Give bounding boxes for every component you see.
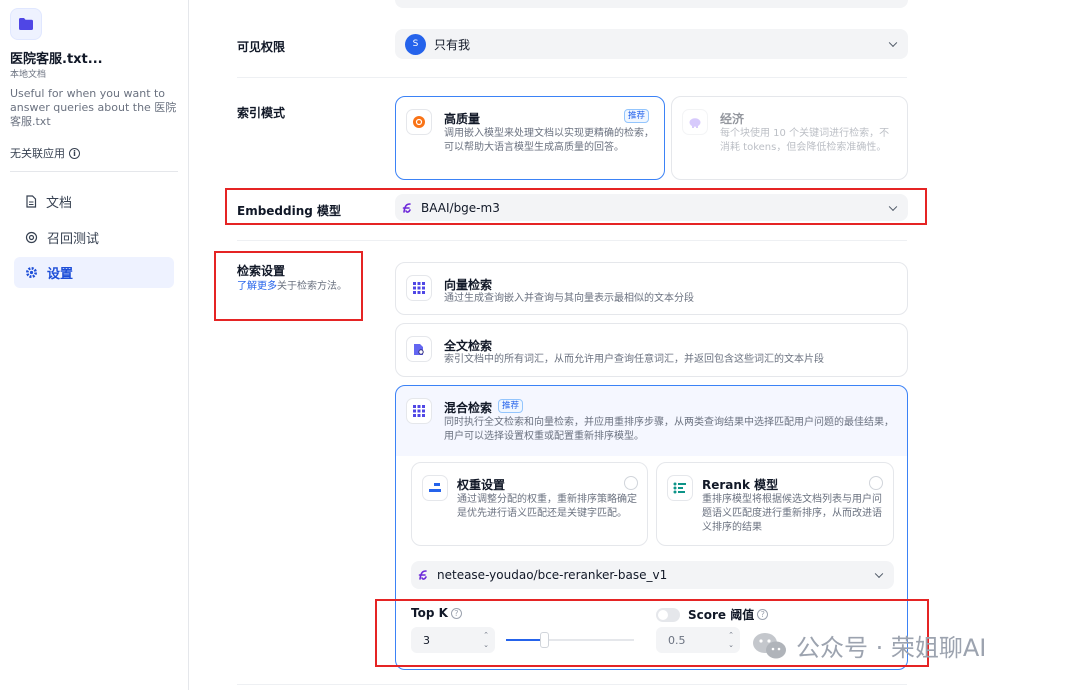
option-desc: 重排序模型将根据候选文档列表与用户问题语义匹配度进行重新排序，从而改进语义排序的… bbox=[702, 494, 882, 533]
dataset-description: Useful for when you want to answer queri… bbox=[10, 87, 177, 128]
sidebar: 医院客服.txt... 本地文档 Useful for when you wan… bbox=[0, 0, 189, 690]
hybrid-weight-settings[interactable]: 权重设置 通过调整分配的权重，重新排序策略确定是优先进行语义匹配还是关键字匹配。 bbox=[411, 462, 648, 546]
index-mode-label: 索引模式 bbox=[237, 106, 286, 120]
divider bbox=[237, 684, 907, 685]
gear-icon bbox=[26, 267, 37, 278]
sidebar-item-label: 设置 bbox=[47, 267, 74, 282]
sidebar-item-settings[interactable]: 设置 bbox=[14, 257, 174, 288]
retrieval-desc: 同时执行全文检索和向量检索，并应用重排序步骤，从两类查询结果中选择匹配用户问题的… bbox=[444, 417, 894, 442]
index-mode-title: 经济 bbox=[720, 112, 745, 126]
permission-select[interactable]: S 只有我 bbox=[395, 29, 908, 59]
retrieval-desc: 索引文档中的所有词汇，从而允许用户查询任意词汇，并返回包含这些词汇的文本片段 bbox=[444, 354, 824, 365]
rerank-model-select[interactable]: netease-youdao/bce-reranker-base_v1 bbox=[411, 561, 894, 589]
folder-icon bbox=[10, 8, 42, 40]
index-mode-desc: 调用嵌入模型来处理文档以实现更精确的检索，可以帮助大语言模型生成高质量的回答。 bbox=[444, 128, 654, 153]
wechat-icon bbox=[753, 632, 786, 658]
linked-apps-status: 无关联应用 i bbox=[10, 145, 80, 161]
sun-icon bbox=[406, 109, 432, 135]
sidebar-item-documents[interactable]: 文档 bbox=[14, 186, 174, 217]
chevron-down-icon bbox=[874, 569, 884, 579]
recommended-badge: 推荐 bbox=[624, 109, 650, 123]
dataset-type: 本地文档 bbox=[10, 70, 47, 80]
dataset-name: 医院客服.txt... bbox=[10, 52, 103, 67]
index-mode-high-quality[interactable]: 高质量 推荐 调用嵌入模型来处理文档以实现更精确的检索，可以帮助大语言模型生成高… bbox=[395, 96, 665, 180]
highlight-box-retrieval bbox=[214, 251, 363, 321]
grid-dots-icon bbox=[406, 398, 432, 424]
sliders-icon bbox=[422, 475, 448, 501]
rerank-icon bbox=[667, 475, 693, 501]
sidebar-divider bbox=[10, 171, 178, 172]
weight-radio[interactable] bbox=[624, 476, 638, 490]
document-icon bbox=[26, 195, 37, 208]
linked-apps-label: 无关联应用 bbox=[10, 147, 65, 160]
retrieval-fulltext-search[interactable]: 全文检索 索引文档中的所有词汇，从而允许用户查询任意词汇，并返回包含这些词汇的文… bbox=[395, 323, 908, 377]
sidebar-item-recall-test[interactable]: 召回测试 bbox=[14, 222, 174, 253]
permission-label: 可见权限 bbox=[237, 40, 286, 54]
hybrid-rerank-model[interactable]: Rerank 模型 重排序模型将根据候选文档列表与用户问题语义匹配度进行重新排序… bbox=[656, 462, 894, 546]
index-mode-desc: 每个块使用 10 个关键词进行检索，不消耗 tokens，但会降低检索准确性。 bbox=[720, 128, 890, 153]
name-field-partial[interactable] bbox=[395, 0, 908, 8]
sidebar-item-label: 文档 bbox=[46, 196, 73, 211]
option-title: 权重设置 bbox=[457, 478, 506, 492]
grid-dots-icon bbox=[406, 275, 432, 301]
model-provider-icon bbox=[418, 570, 427, 580]
target-icon bbox=[25, 231, 38, 244]
index-mode-title: 高质量 bbox=[444, 112, 481, 126]
info-icon[interactable]: i bbox=[69, 147, 80, 159]
document-search-icon bbox=[406, 336, 432, 362]
retrieval-vector-search[interactable]: 向量检索 通过生成查询嵌入并查询与其向量表示最相似的文本分段 bbox=[395, 262, 908, 315]
retrieval-title: 向量检索 bbox=[444, 278, 493, 292]
divider bbox=[237, 240, 907, 241]
watermark-text: 公众号 · 荣姐聊AI bbox=[796, 634, 987, 662]
retrieval-title: 全文检索 bbox=[444, 339, 493, 353]
watermark: 公众号 · 荣姐聊AI bbox=[752, 628, 986, 663]
permission-value: 只有我 bbox=[434, 37, 471, 52]
avatar: S bbox=[405, 33, 426, 55]
recommended-badge: 推荐 bbox=[498, 399, 524, 413]
retrieval-title: 混合检索 bbox=[444, 401, 493, 415]
rerank-model-value: netease-youdao/bce-reranker-base_v1 bbox=[437, 568, 668, 582]
divider bbox=[237, 77, 907, 78]
sidebar-item-label: 召回测试 bbox=[47, 232, 100, 247]
highlight-box-embedding bbox=[225, 188, 927, 225]
settings-page: 医院客服.txt... 本地文档 Useful for when you wan… bbox=[0, 0, 1080, 690]
option-desc: 通过调整分配的权重，重新排序策略确定是优先进行语义匹配还是关键字匹配。 bbox=[457, 494, 637, 519]
index-mode-economy[interactable]: 经济 每个块使用 10 个关键词进行检索，不消耗 tokens，但会降低检索准确… bbox=[671, 96, 908, 180]
option-title: Rerank 模型 bbox=[702, 478, 779, 492]
retrieval-desc: 通过生成查询嵌入并查询与其向量表示最相似的文本分段 bbox=[444, 293, 694, 304]
piggy-bank-icon bbox=[682, 109, 708, 135]
rerank-radio[interactable] bbox=[869, 476, 883, 490]
chevron-down-icon bbox=[888, 38, 898, 48]
